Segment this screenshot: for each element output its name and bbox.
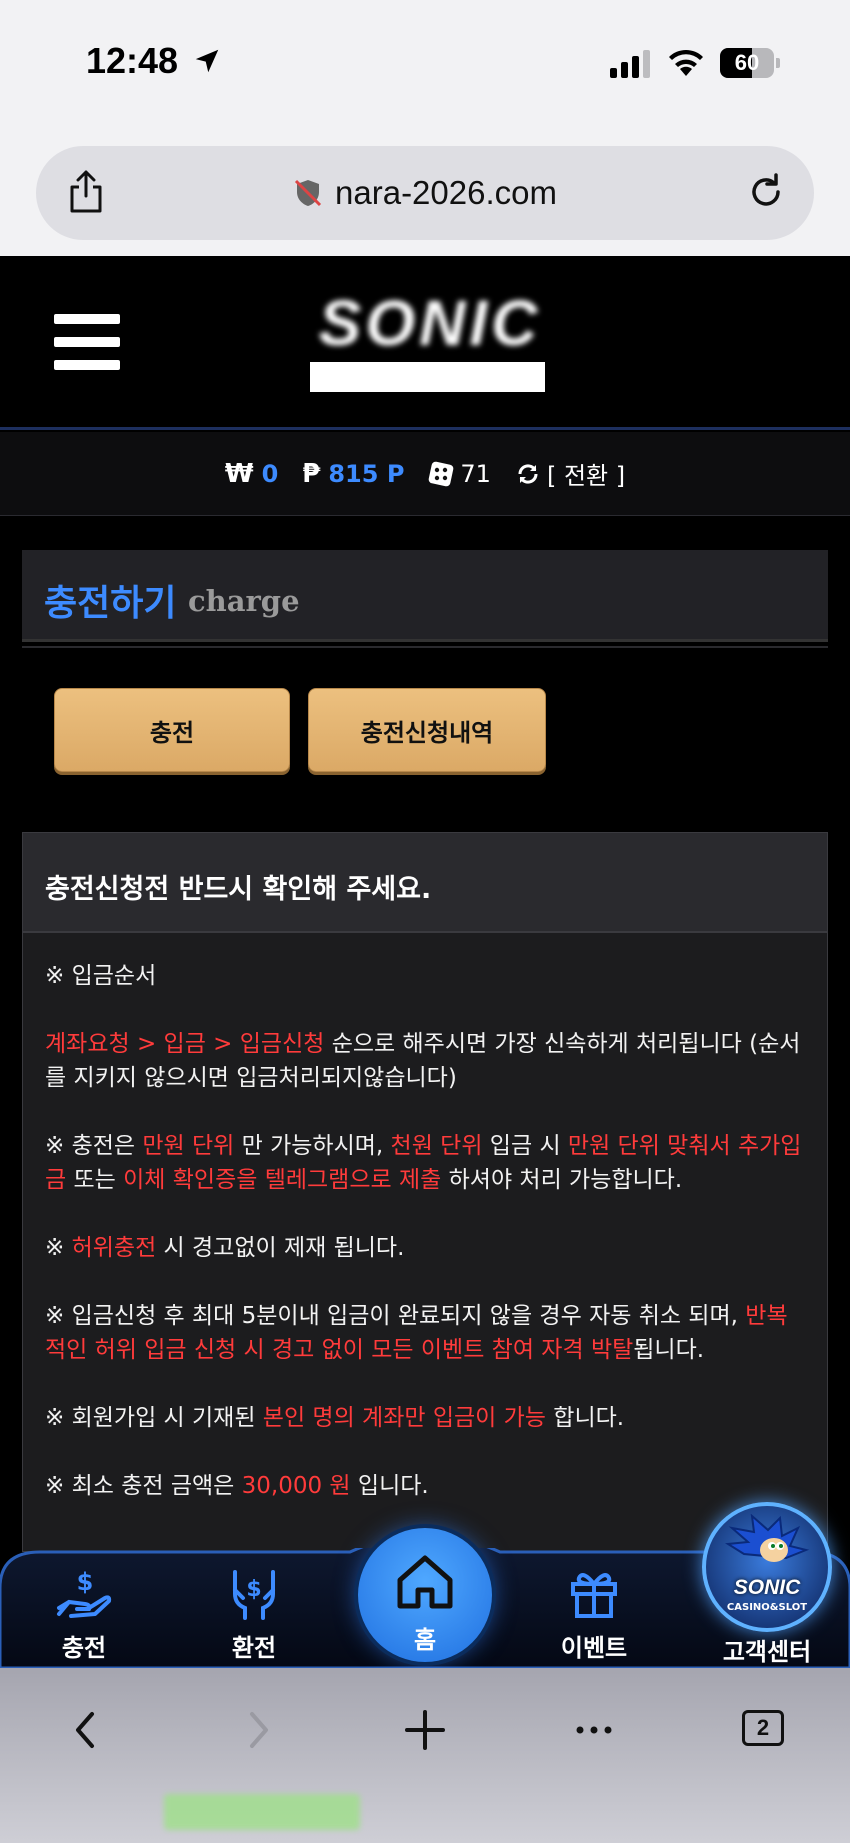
dice-icon — [429, 461, 454, 486]
nav-exchange-label: 환전 — [231, 1634, 277, 1662]
back-button[interactable] — [56, 1700, 116, 1760]
status-time: 12:48 — [86, 40, 179, 81]
notice-panel: 충전신청전 반드시 확인해 주세요. ※ 입금순서 계좌요청 > 입금 > 입금… — [22, 832, 828, 1552]
notice-auto-cancel: ※ 입금신청 후 최대 5분이내 입금이 완료되지 않을 경우 자동 취소 되며… — [45, 1303, 788, 1363]
gift-icon — [571, 1573, 617, 1618]
browser-toolbar: 2 — [0, 1668, 850, 1843]
point-balance-value: 815 P — [328, 459, 405, 488]
charge-history-button[interactable]: 충전신청내역 — [308, 688, 546, 772]
cash-balance: ₩ 0 — [225, 459, 278, 489]
sonic-character-icon — [724, 1514, 810, 1562]
nav-charge-label: 충전 — [61, 1634, 107, 1662]
support-avatar-title: SONIC — [733, 1576, 801, 1599]
svg-text:$: $ — [246, 1577, 261, 1602]
notice-heading: 충전신청전 반드시 확인해 주세요. — [23, 833, 827, 933]
status-bar: 12:48 60 — [0, 0, 850, 125]
site-logo[interactable]: SONIC — [290, 286, 570, 396]
logo-redaction-bar — [310, 362, 545, 392]
reload-icon[interactable] — [746, 172, 786, 212]
switch-label: [ 전환 ] — [546, 462, 626, 490]
switch-button[interactable]: [ 전환 ] — [515, 456, 625, 491]
nav-support-label[interactable]: 고객센터 — [702, 1632, 832, 1667]
nav-event-label: 이벤트 — [560, 1634, 628, 1662]
support-avatar-subtitle: CASINO&SLOT — [726, 1602, 808, 1613]
logo-text: SONIC — [318, 287, 542, 359]
title-divider — [22, 646, 828, 648]
charge-button[interactable]: 충전 — [54, 688, 290, 772]
new-tab-button[interactable] — [395, 1700, 455, 1760]
tabs-button[interactable]: 2 — [742, 1710, 784, 1746]
battery-percent: 60 — [734, 50, 760, 75]
refresh-icon — [518, 463, 538, 484]
chevron-right-icon — [250, 1712, 268, 1748]
won-icon: ₩ — [224, 458, 254, 489]
support-avatar[interactable]: SONIC CASINO&SLOT — [702, 1502, 832, 1632]
dice-balance: 71 — [428, 460, 491, 488]
nav-exchange[interactable]: $ 환전 — [184, 1564, 324, 1668]
menu-hamburger-icon[interactable] — [54, 314, 120, 370]
plus-icon — [405, 1710, 445, 1750]
page-title-panel: 충전하기 charge — [22, 550, 828, 642]
notice-fake-charge: ※ 허위충전 시 경고없이 제재 됩니다. — [45, 1235, 405, 1261]
forward-button[interactable] — [228, 1700, 288, 1760]
bottom-nav: $ 충전 $ 환전 홈 이벤트 SONIC CASINO&SLOT 고객센터 — [0, 1502, 850, 1668]
nav-charge[interactable]: $ 충전 — [14, 1564, 154, 1668]
url-text[interactable]: nara-2026.com — [335, 174, 557, 212]
site-header: SONIC — [0, 256, 850, 430]
cellular-signal-icon — [610, 50, 650, 78]
point-icon: ₱ — [302, 458, 321, 489]
battery-indicator: 60 — [720, 48, 780, 78]
charge-hand-coin-icon: $ — [57, 1568, 112, 1618]
page-title: 충전하기 — [44, 583, 177, 624]
address-bar[interactable]: nara-2026.com — [36, 146, 814, 240]
wifi-icon — [669, 49, 703, 76]
notice-minimum-amount: ※ 최소 충전 금액은 30,000 원 입니다. — [45, 1473, 429, 1499]
notice-order-title: ※ 입금순서 — [45, 963, 157, 989]
ellipsis-icon — [576, 1726, 612, 1734]
privacy-shield-icon — [294, 179, 322, 207]
page-subtitle: charge — [188, 584, 300, 618]
notice-own-account: ※ 회원가입 시 기재된 본인 명의 계좌만 입금이 가능 합니다. — [45, 1405, 625, 1431]
location-arrow-icon — [195, 49, 219, 73]
ios-top-area: 12:48 60 nara-2026.com — [0, 0, 850, 256]
notice-body: ※ 입금순서 계좌요청 > 입금 > 입금신청 순으로 해주시면 가장 신속하게… — [23, 933, 827, 1503]
cash-balance-value: 0 — [261, 459, 279, 488]
svg-text:$: $ — [77, 1568, 94, 1596]
dice-balance-value: 71 — [460, 459, 491, 488]
balance-bar: ₩ 0 ₱ 815 P 71 [ 전환 ] — [0, 432, 850, 516]
nav-home[interactable]: 홈 — [358, 1528, 492, 1662]
chevron-left-icon — [76, 1712, 94, 1748]
home-icon — [397, 1555, 453, 1609]
nav-home-label: 홈 — [413, 1626, 437, 1654]
point-balance: ₱ 815 P — [302, 459, 404, 489]
exchange-hands-icon: $ — [233, 1570, 275, 1620]
notice-unit: ※ 충전은 만원 단위 만 가능하시며, 천원 단위 입금 시 만원 단위 맞춰… — [45, 1133, 802, 1193]
more-button[interactable] — [564, 1700, 624, 1760]
notice-order: 계좌요청 > 입금 > 입금신청 순으로 해주시면 가장 신속하게 처리됩니다 … — [45, 1031, 801, 1091]
nav-event[interactable]: 이벤트 — [524, 1564, 664, 1668]
